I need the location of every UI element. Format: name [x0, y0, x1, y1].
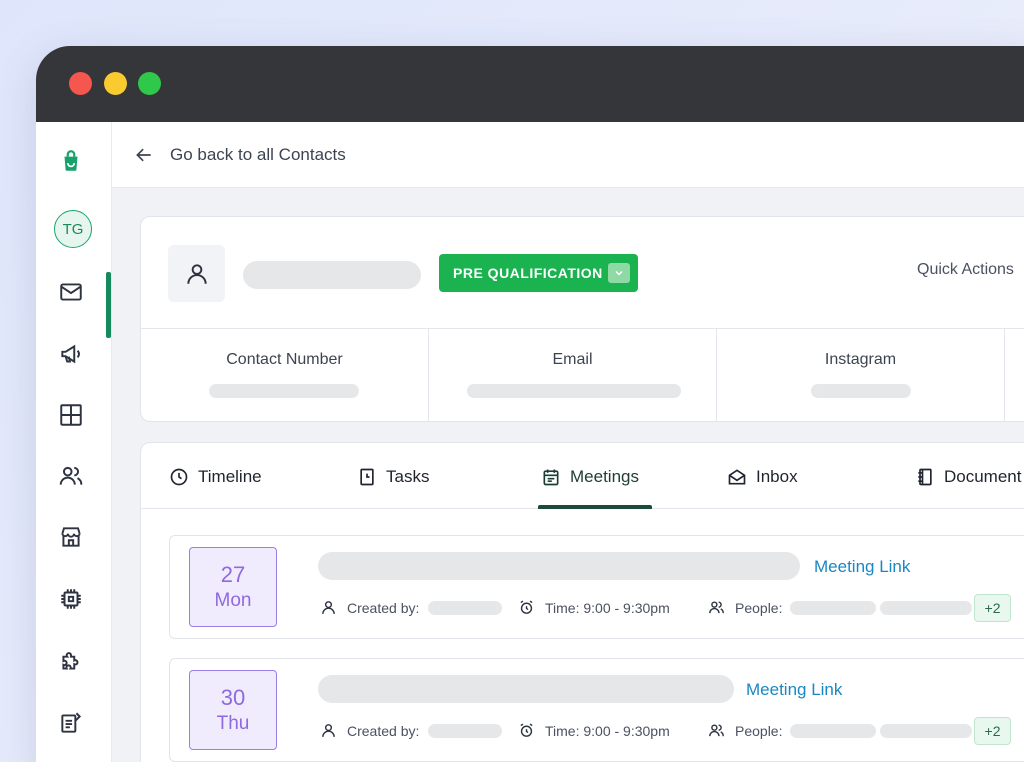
chevron-down-icon	[608, 263, 630, 283]
tab-label: Document	[944, 467, 1022, 486]
tab-meetings[interactable]: Meetings	[541, 465, 639, 489]
more-people-badge[interactable]: +2	[974, 717, 1011, 745]
contact-header: PRE QUALIFICATION Quick Actions	[141, 217, 1024, 329]
more-people-badge[interactable]: +2	[974, 594, 1011, 622]
top-bar: Go back to all Contacts	[112, 122, 1024, 188]
user-icon	[322, 601, 335, 614]
time-label: Time: 9:00 - 9:30pm	[545, 722, 670, 739]
tab-inbox[interactable]: Inbox	[727, 465, 798, 489]
contact-fields: Contact Number Email Instagram	[141, 329, 1024, 421]
created-by-label: Created by:	[347, 599, 420, 616]
people-label: People:	[735, 722, 783, 739]
active-tab-indicator	[538, 505, 652, 509]
contact-number-field: Contact Number	[141, 329, 429, 421]
field-label: Instagram	[824, 351, 897, 368]
field-value-placeholder	[811, 384, 911, 398]
chip-icon[interactable]	[56, 584, 86, 614]
meeting-weekday: Mon	[214, 590, 252, 611]
email-field: Email	[429, 329, 717, 421]
meeting-item[interactable]: 30 Thu Meeting Link Created by: Time: 9:…	[169, 658, 1024, 762]
tab-tasks[interactable]: Tasks	[357, 465, 429, 489]
field-label: Contact Number	[226, 351, 343, 368]
maximize-window-button[interactable]	[138, 72, 161, 95]
mail-icon[interactable]	[56, 277, 86, 307]
tab-label: Inbox	[756, 467, 798, 486]
tab-label: Timeline	[198, 467, 262, 486]
contact-card: PRE QUALIFICATION Quick Actions Contact …	[140, 216, 1024, 422]
puzzle-icon[interactable]	[56, 646, 86, 676]
people-label: People:	[735, 599, 783, 616]
title-bar	[36, 46, 1024, 122]
tab-label: Tasks	[386, 467, 430, 486]
minimize-window-button[interactable]	[104, 72, 127, 95]
grid-icon[interactable]	[56, 400, 86, 430]
user-icon	[186, 263, 207, 284]
notebook-icon	[918, 468, 932, 486]
meeting-day: 27	[220, 562, 246, 587]
meeting-day: 30	[220, 685, 246, 710]
stage-label: PRE QUALIFICATION	[453, 265, 603, 281]
sidebar: TG	[36, 122, 112, 762]
person-placeholder	[880, 601, 972, 615]
people: People:	[708, 722, 782, 739]
creator-placeholder	[428, 724, 502, 738]
time-label: Time: 9:00 - 9:30pm	[545, 599, 670, 616]
users-icon	[709, 724, 724, 737]
active-nav-indicator	[106, 272, 111, 338]
avatar[interactable]: TG	[54, 210, 92, 248]
instagram-field: Instagram	[717, 329, 1005, 421]
clock-icon	[170, 468, 188, 486]
meeting-weekday: Thu	[216, 713, 250, 734]
meeting-date: 27 Mon	[189, 547, 277, 627]
main-content: Go back to all Contacts PRE QUALIFICATIO…	[112, 122, 1024, 762]
meeting-title-placeholder	[318, 552, 800, 580]
meeting-time: Time: 9:00 - 9:30pm	[518, 722, 670, 739]
tab-bar: Timeline Tasks Meetings Inbox Document	[141, 443, 1024, 509]
meeting-date: 30 Thu	[189, 670, 277, 750]
back-to-contacts-link[interactable]: Go back to all Contacts	[170, 145, 346, 165]
stage-dropdown[interactable]: PRE QUALIFICATION	[439, 254, 638, 292]
tab-label: Meetings	[570, 467, 639, 486]
tab-document[interactable]: Document	[915, 465, 1021, 489]
arrow-left-icon[interactable]	[134, 145, 154, 165]
user-icon	[322, 724, 335, 737]
users-icon[interactable]	[56, 461, 86, 491]
field-value-placeholder	[467, 384, 681, 398]
shopping-bag-icon[interactable]	[56, 146, 86, 176]
meeting-time: Time: 9:00 - 9:30pm	[518, 599, 670, 616]
calendar-icon	[543, 469, 559, 486]
alarm-clock-icon	[520, 723, 533, 737]
megaphone-icon[interactable]	[56, 339, 86, 369]
store-icon[interactable]	[56, 522, 86, 552]
field-label: Email	[552, 351, 593, 368]
meeting-title-placeholder	[318, 675, 734, 703]
envelope-open-icon	[728, 469, 746, 485]
creator-placeholder	[428, 601, 502, 615]
field-value-placeholder	[209, 384, 359, 398]
meeting-item[interactable]: 27 Mon Meeting Link Created by: Time: 9:…	[169, 535, 1024, 639]
close-window-button[interactable]	[69, 72, 92, 95]
created-by: Created by:	[320, 722, 419, 739]
tab-timeline[interactable]: Timeline	[169, 465, 262, 489]
users-icon	[709, 601, 724, 614]
created-by-label: Created by:	[347, 722, 420, 739]
app-window: TG Go back to all Contacts PRE QUALIFICA…	[36, 46, 1024, 762]
edit-doc-icon[interactable]	[56, 708, 86, 738]
people: People:	[708, 599, 782, 616]
person-placeholder	[790, 601, 876, 615]
alarm-clock-icon	[520, 600, 533, 614]
created-by: Created by:	[320, 599, 419, 616]
person-placeholder	[790, 724, 876, 738]
contact-avatar	[168, 245, 225, 302]
activity-card: Timeline Tasks Meetings Inbox Document 2…	[140, 442, 1024, 762]
contact-name-placeholder	[243, 261, 421, 289]
meeting-link[interactable]: Meeting Link	[746, 680, 842, 700]
meeting-link[interactable]: Meeting Link	[814, 557, 910, 577]
person-placeholder	[880, 724, 972, 738]
task-icon	[360, 468, 374, 486]
quick-actions-button[interactable]: Quick Actions	[917, 261, 1014, 279]
